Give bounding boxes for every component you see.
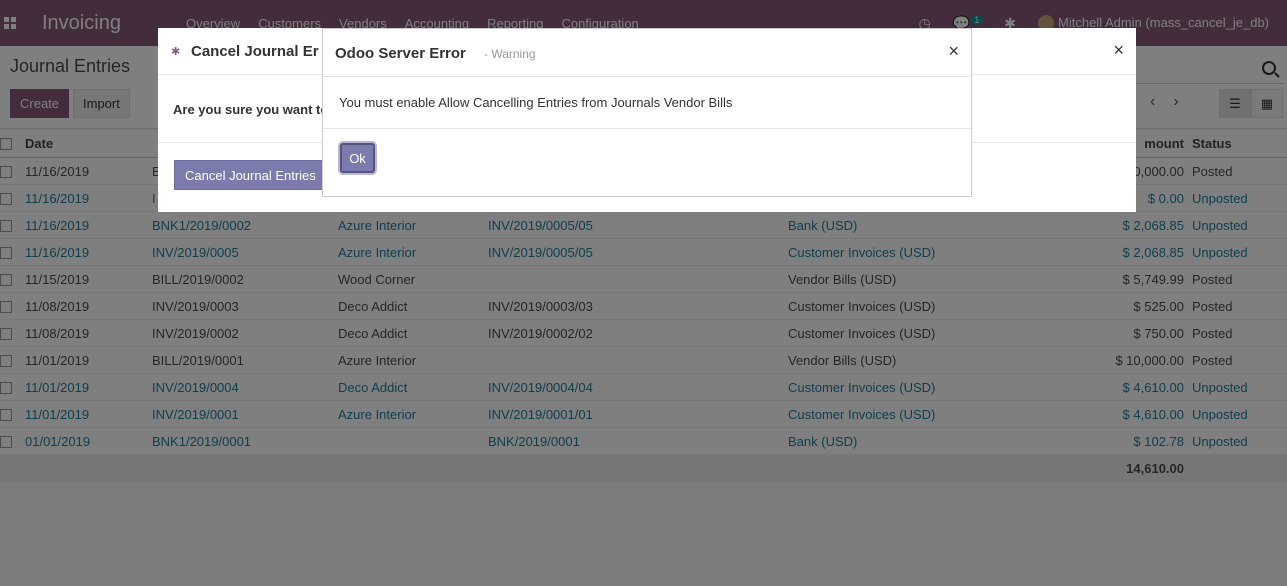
ok-button[interactable]: Ok [340,143,375,173]
close-icon[interactable]: × [948,41,959,62]
error-subtitle: - Warning [484,47,536,61]
dialog-title: Cancel Journal Er [191,43,319,60]
bug-icon: ✱ [171,46,181,58]
dialog-message: Are you sure you want to [173,102,329,117]
error-title: Odoo Server Error [335,45,466,62]
server-error-dialog: Odoo Server Error - Warning × You must e… [322,28,972,197]
error-message: You must enable Allow Cancelling Entries… [339,95,733,110]
cancel-journal-entries-button[interactable]: Cancel Journal Entries [174,160,327,190]
close-icon[interactable]: × [1113,40,1124,61]
